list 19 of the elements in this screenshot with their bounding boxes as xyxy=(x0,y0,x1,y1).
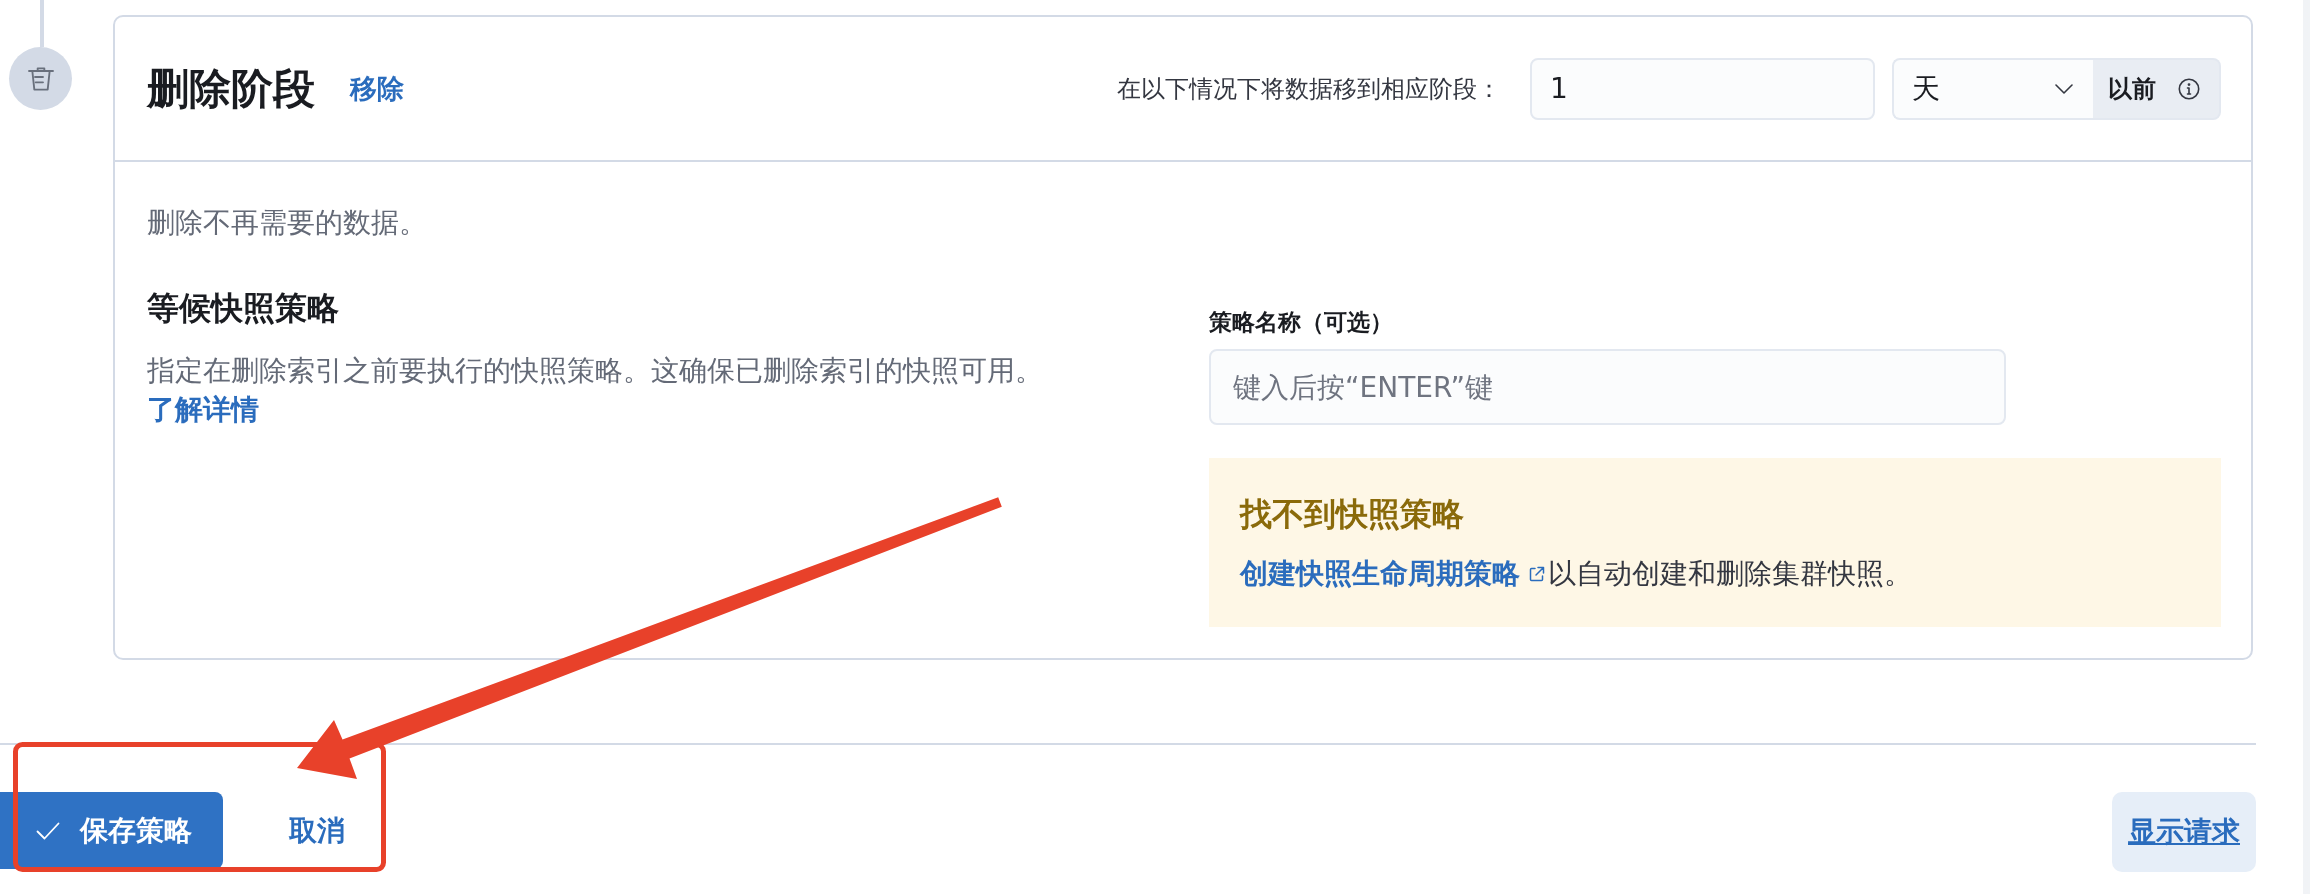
show-request-button[interactable]: 显示请求 xyxy=(2112,792,2256,872)
save-button[interactable]: 保存策略 xyxy=(0,792,223,869)
policy-name-input[interactable]: 键入后按“ENTER”键 xyxy=(1209,349,2006,425)
cancel-button[interactable]: 取消 xyxy=(269,792,365,869)
section-heading: 等候快照策略 xyxy=(147,288,339,329)
phase-timing-label: 在以下情况下将数据移到相应阶段： xyxy=(1117,73,1501,105)
callout-text: 创建快照生命周期策略 以自动创建和删除集群快照。 xyxy=(1240,554,1912,594)
callout-title: 找不到快照策略 xyxy=(1240,494,1464,535)
timeline-connector xyxy=(40,0,44,47)
phase-title: 删除阶段 xyxy=(147,62,315,115)
remove-link[interactable]: 移除 xyxy=(350,70,404,107)
field-label: 策略名称（可选） xyxy=(1209,308,1393,337)
check-icon xyxy=(36,821,60,840)
learn-more-link[interactable]: 了解详情 xyxy=(147,390,259,429)
section-description: 指定在删除索引之前要执行的快照策略。这确保已删除索引的快照可用。 xyxy=(147,353,1043,389)
phase-description: 删除不再需要的数据。 xyxy=(147,205,428,241)
create-policy-link[interactable]: 创建快照生命周期策略 xyxy=(1240,554,1520,594)
external-link-icon xyxy=(1528,565,1545,583)
age-input[interactable]: 1 xyxy=(1530,57,1875,120)
